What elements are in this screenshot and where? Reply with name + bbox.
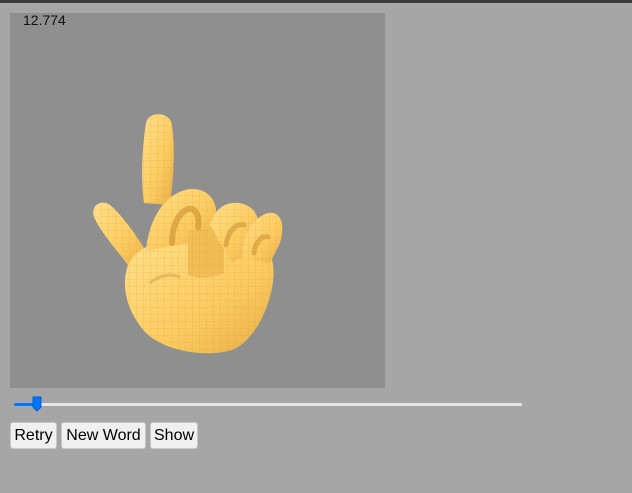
- retry-button[interactable]: Retry: [10, 422, 57, 449]
- hand-sign-model: [93, 114, 283, 354]
- slider-thumb[interactable]: [32, 396, 42, 412]
- playback-slider[interactable]: [14, 394, 522, 414]
- window-top-bar: [0, 0, 632, 3]
- sign-viewer-canvas[interactable]: 12.774: [10, 13, 385, 388]
- show-button[interactable]: Show: [150, 422, 198, 449]
- new-word-button[interactable]: New Word: [61, 422, 146, 449]
- slider-track[interactable]: [14, 403, 522, 406]
